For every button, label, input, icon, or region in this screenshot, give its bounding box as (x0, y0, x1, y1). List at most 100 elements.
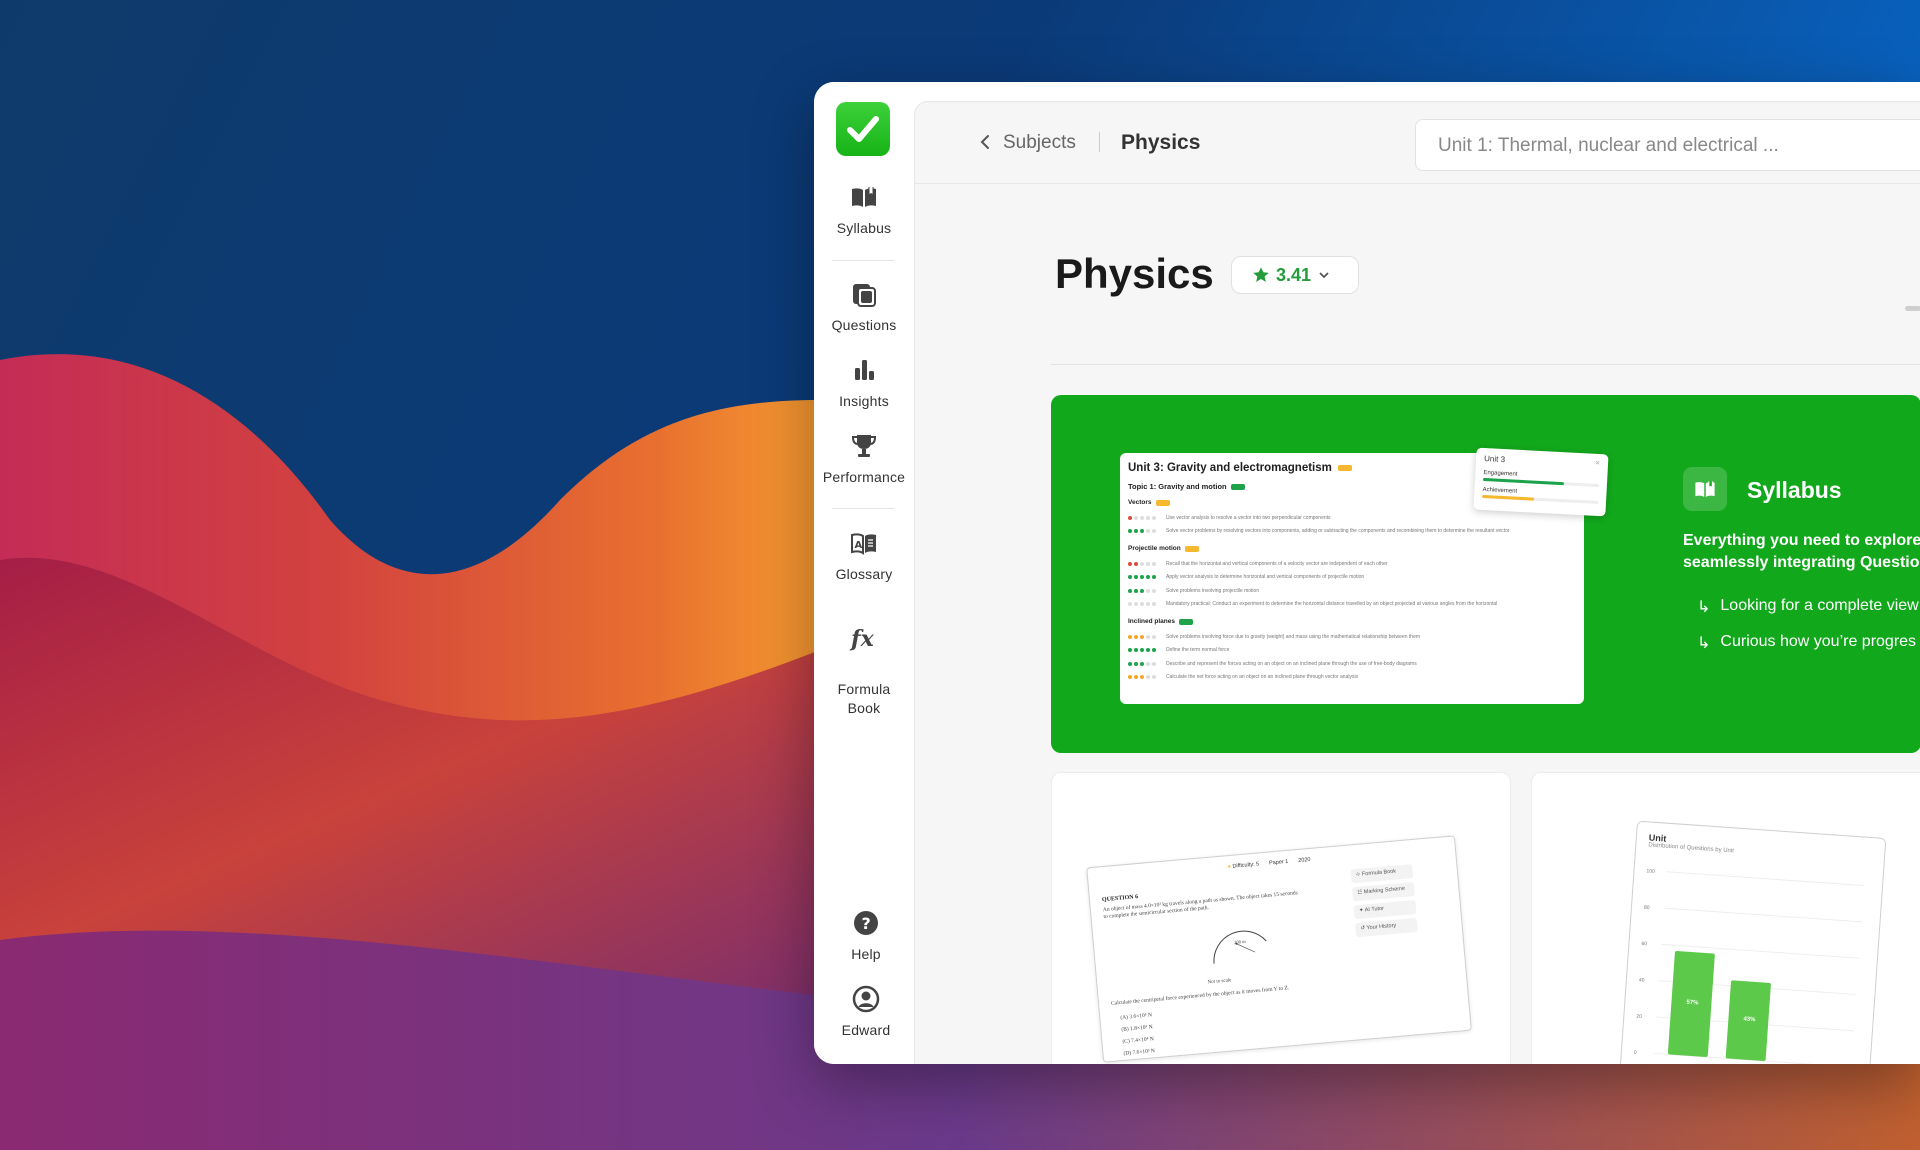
sidebar-item-questions[interactable]: Questions (814, 279, 914, 333)
bar-data-label: 57% (1686, 1000, 1699, 1007)
sidebar-item-insights[interactable]: Insights (814, 355, 914, 409)
help-button[interactable]: ? Help (816, 908, 916, 962)
sidebar-item-syllabus[interactable]: Syllabus (814, 182, 914, 236)
insights-feature-card[interactable]: Unit Distribution of Questions by Unit 1… (1531, 772, 1920, 1064)
mastery-dots (1128, 661, 1156, 666)
syllabus-row: Mandatory practical: Conduct an experime… (1128, 598, 1576, 612)
syllabus-row-text: Mandatory practical: Conduct an experime… (1166, 601, 1498, 608)
tool-menu-item: ↺ Your History (1355, 917, 1419, 938)
syllabus-row: Solve problems involving force due to gr… (1128, 630, 1576, 644)
main-content: Subjects Physics Unit 1: Thermal, nuclea… (914, 101, 1920, 1064)
tool-menu-item: ☷ Marking Scheme (1351, 882, 1415, 902)
status-chip (1230, 483, 1245, 490)
help-label: Help (851, 946, 881, 962)
status-chip (1184, 545, 1199, 552)
status-chip (1337, 465, 1352, 471)
popup-title: Unit 3 (1483, 453, 1506, 465)
tool-menu-item: ✦ AI Tutor (1353, 899, 1417, 920)
syllabus-row-text: Calculate the net force acting on an obj… (1166, 674, 1359, 681)
preview-unit-title: Unit 3: Gravity and electromagnetism (1128, 462, 1332, 474)
help-icon: ? (851, 908, 881, 938)
unit-progress-popup: ✕ Unit 3 Engagement Achievement (1473, 447, 1609, 517)
syllabus-row: Recall that the horizontal and vertical … (1128, 557, 1576, 571)
bullet-text: Curious how you’re progres (1720, 633, 1917, 650)
syllabus-row-text: Define the term normal force (1166, 647, 1230, 654)
sidebar-item-performance[interactable]: Performance (814, 431, 914, 485)
gridline (1663, 907, 1862, 923)
preview-topic-title: Topic 1: Gravity and motion (1128, 482, 1227, 491)
y-tick-label: 40 (1639, 977, 1645, 983)
difficulty-label: Difficulty: 5 (1232, 861, 1260, 870)
breadcrumb-subjects-link[interactable]: Subjects (1003, 132, 1076, 154)
questions-feature-card[interactable]: ● Difficulty: 5 Paper 1 2020 QUESTION 6 … (1051, 772, 1511, 1064)
rating-dropdown[interactable]: 3.41 (1231, 256, 1359, 294)
page-title: Physics (1055, 250, 1214, 297)
app-window: Syllabus Questions Insights Performance … (814, 82, 1920, 1064)
rating-value: 3.41 (1276, 264, 1312, 285)
radius-label: 200 m (1234, 938, 1246, 945)
unit-select-dropdown[interactable]: Unit 1: Thermal, nuclear and electrical … (1415, 119, 1920, 171)
mastery-dots (1128, 602, 1156, 607)
arrow-return-icon: ↳ (1697, 635, 1711, 652)
question-tools-menu: ⊹ Formula Book ☷ Marking Scheme ✦ AI Tutor… (1350, 864, 1419, 941)
sidebar-item-formula-book[interactable]: fx Formula Book (814, 604, 914, 718)
y-tick-label: 100 (1646, 868, 1655, 875)
section-name: Inclined planes (1128, 618, 1175, 625)
mastery-dots (1128, 675, 1156, 680)
app-logo[interactable] (836, 102, 890, 156)
syllabus-row: Solve vector problems by resolving vecto… (1128, 525, 1576, 539)
syllabus-row: Solve problems involving projectile moti… (1128, 584, 1576, 598)
sidebar-item-glossary[interactable]: A Glossary (814, 528, 914, 582)
svg-text:?: ? (862, 914, 871, 933)
y-tick-label: 20 (1636, 1014, 1642, 1020)
mastery-dots (1128, 648, 1156, 653)
star-icon (1253, 267, 1269, 282)
book-open-icon (849, 182, 879, 212)
arrow-return-icon: ↳ (1697, 599, 1711, 616)
bar-chart-icon (849, 355, 879, 385)
mastery-dots (1128, 575, 1156, 580)
chevron-left-icon[interactable] (977, 132, 993, 152)
paper-label: Paper 1 (1268, 858, 1289, 867)
description-line: Everything you need to explore, t (1683, 532, 1920, 549)
mastery-dots (1128, 588, 1156, 593)
divider (1051, 364, 1920, 365)
y-tick-label: 80 (1644, 905, 1650, 911)
syllabus-card-description: Everything you need to explore, t seamle… (1683, 530, 1920, 574)
mastery-dots (1128, 561, 1156, 566)
user-profile-button[interactable]: Edward (816, 984, 916, 1038)
syllabus-bullet: ↳ Curious how you’re progres (1697, 633, 1916, 653)
preview-section-heading: Inclined planes (1128, 618, 1576, 625)
mastery-dots (1128, 634, 1156, 639)
syllabus-row-text: Solve problems involving force due to gr… (1166, 633, 1421, 640)
chevron-down-icon (1319, 272, 1329, 279)
sidebar-item-label: Glossary (835, 566, 893, 582)
insights-chart-preview: Unit Distribution of Questions by Unit 1… (1619, 820, 1887, 1064)
y-tick-label: 0 (1634, 1050, 1637, 1056)
partial-decoration (1905, 306, 1920, 311)
difficulty-dot-icon: ● (1227, 863, 1232, 871)
sidebar-item-label: Questions (831, 317, 897, 333)
formula-fx-icon: fx (849, 623, 879, 653)
syllabus-row: Use vector analysis to resolve a vector … (1128, 511, 1576, 525)
year-label: 2020 (1298, 856, 1311, 864)
answer-option: (D) 7.6×10³ N (1123, 1048, 1156, 1057)
syllabus-card-icon (1683, 467, 1727, 511)
sidebar-item-label: Insights (839, 393, 889, 409)
mastery-dots (1128, 515, 1156, 520)
question-prompt: Calculate the centripetal force experien… (1110, 985, 1290, 1007)
syllabus-feature-card[interactable]: Unit 3: Gravity and electromagnetism Top… (1051, 395, 1920, 753)
svg-text:fx: fx (849, 626, 875, 652)
top-bar: Subjects Physics Unit 1: Thermal, nuclea… (915, 102, 1920, 184)
cards-icon (849, 279, 879, 309)
tool-menu-item: ⊹ Formula Book (1350, 864, 1414, 884)
breadcrumb-divider (1099, 132, 1100, 152)
sidebar-divider (832, 260, 894, 261)
syllabus-card-title: Syllabus (1747, 477, 1842, 503)
syllabus-row-text: Describe and represent the forces acting… (1166, 660, 1417, 667)
question-meta: ● Difficulty: 5 Paper 1 2020 (1227, 857, 1310, 870)
section-name: Projectile motion (1128, 545, 1181, 552)
sidebar-item-label: Syllabus (836, 220, 892, 236)
bullet-text: Looking for a complete view (1720, 597, 1919, 614)
not-to-scale-note: Not to scale (1207, 978, 1232, 986)
